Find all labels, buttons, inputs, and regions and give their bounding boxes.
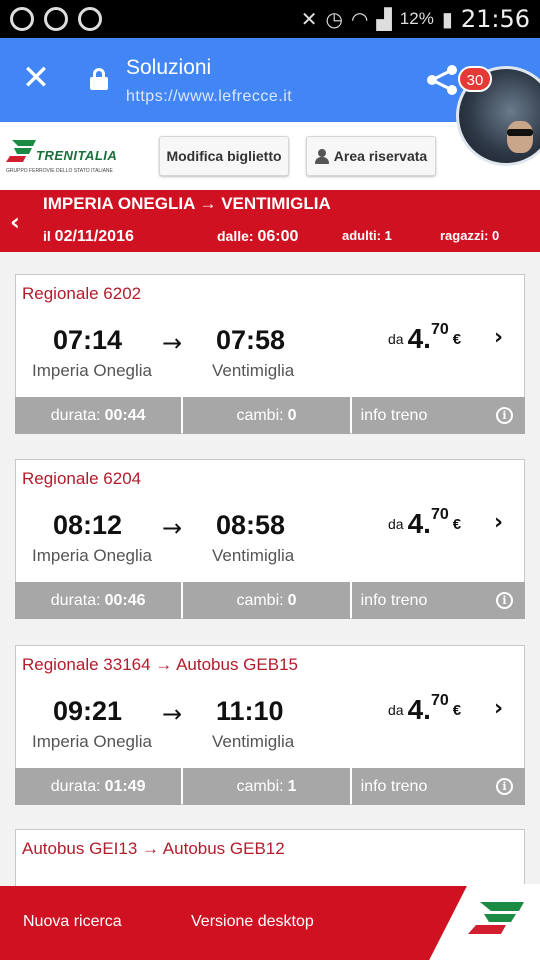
duration: durata: 00:46 (15, 582, 182, 619)
new-search-link[interactable]: Nuova ricerca (23, 913, 122, 931)
lock-icon (90, 68, 108, 90)
chat-icon (78, 7, 102, 31)
logo-subtext: GRUPPO FERROVIE DELLO STATO ITALIANE (6, 168, 113, 174)
reserved-area-button[interactable]: Area riservata (306, 136, 436, 176)
changes: cambi: 0 (183, 582, 350, 619)
trenitalia-logo[interactable]: TRENITALIA GRUPPO FERROVIE DELLO STATO I… (6, 138, 118, 178)
wifi-icon: ◠ (350, 8, 369, 31)
changes: cambi: 0 (183, 397, 350, 434)
arrow-right-icon: → (162, 700, 183, 728)
bottom-bar: Nuova ricerca Versione desktop (0, 884, 540, 960)
arrival-station: Ventimiglia (212, 361, 295, 380)
solution-card[interactable]: Regionale 6204 08:12 → 08:58 Imperia One… (15, 459, 525, 619)
trenitalia-logo-icon (6, 140, 36, 162)
desktop-version-link[interactable]: Versione desktop (191, 913, 314, 931)
chevron-right-icon[interactable]: › (494, 510, 503, 535)
train-info-button[interactable]: info treno i (351, 397, 525, 434)
travel-date: il 02/11/2016 (43, 228, 134, 245)
user-icon (314, 148, 329, 164)
screen: ✕ ◷ ◠ ▟ 12% ▮ 21:56 ✕ Soluzioni https://… (0, 0, 540, 960)
notification-badge: 30 (458, 66, 492, 92)
modify-ticket-button[interactable]: Modifica biglietto (159, 136, 289, 176)
arrival-station: Ventimiglia (212, 546, 295, 565)
whatsapp-icon (44, 7, 68, 31)
route-title: IMPERIA ONEGLIA → VENTIMIGLIA (43, 194, 331, 213)
solution-card[interactable]: Regionale 33164 → Autobus GEB15 09:21 → … (15, 645, 525, 805)
chevron-right-icon[interactable]: › (494, 325, 503, 350)
duration: durata: 01:49 (15, 768, 182, 805)
signal-icon: ▟ (376, 8, 392, 31)
status-bar: ✕ ◷ ◠ ▟ 12% ▮ 21:56 (0, 0, 540, 38)
card-footer: durata: 00:46 cambi: 0 info treno i (15, 582, 525, 619)
changes: cambi: 1 (183, 768, 350, 805)
page-url: https://www.lefrecce.it (126, 88, 293, 105)
arrival-time: 07:58 (216, 325, 286, 355)
modify-ticket-label: Modifica biglietto (166, 148, 282, 164)
departure-from-time: dalle: 06:00 (217, 228, 299, 245)
battery-percent: 12% (399, 9, 434, 28)
trenitalia-logo-icon[interactable] (468, 900, 524, 936)
alarm-icon: ◷ (325, 8, 343, 31)
arrow-right-icon: → (162, 514, 183, 542)
departure-station: Imperia Oneglia (32, 732, 153, 751)
notification-icons (10, 7, 102, 31)
solution-card[interactable]: Regionale 6202 07:14 → 07:58 Imperia One… (15, 274, 525, 434)
duration: durata: 00:44 (15, 397, 182, 434)
arrow-right-icon: → (162, 329, 183, 357)
train-name: Autobus GEI13 → Autobus GEB12 (22, 839, 285, 858)
train-info-button[interactable]: info treno i (351, 582, 525, 619)
info-icon: i (496, 778, 513, 795)
back-chevron-icon[interactable]: ‹ (10, 208, 20, 236)
arrival-station: Ventimiglia (212, 732, 295, 751)
info-icon: i (496, 407, 513, 424)
logo-text: TRENITALIA (36, 148, 118, 163)
departure-station: Imperia Oneglia (32, 546, 153, 565)
battery-icon: ▮ (441, 8, 453, 31)
arrival-time: 08:58 (216, 510, 286, 540)
clock: 21:56 (460, 5, 530, 33)
info-icon: i (496, 592, 513, 609)
price: da 4.70€ (388, 692, 462, 725)
system-icons: ✕ ◷ ◠ ▟ 12% ▮ 21:56 (301, 5, 530, 33)
messenger-icon (10, 7, 34, 31)
train-name: Regionale 6202 (22, 284, 142, 303)
train-name: Regionale 6204 (22, 469, 142, 488)
route-summary: ‹ IMPERIA ONEGLIA → VENTIMIGLIA il 02/11… (0, 190, 540, 252)
chevron-right-icon[interactable]: › (494, 696, 503, 721)
train-name: Regionale 33164 → Autobus GEB15 (22, 655, 298, 674)
departure-time: 09:21 (53, 696, 123, 726)
departure-time: 08:12 (53, 510, 123, 540)
close-icon[interactable]: ✕ (20, 60, 52, 96)
arrival-time: 11:10 (216, 696, 284, 726)
share-icon[interactable] (424, 64, 460, 96)
children-count: ragazzi: 0 (440, 228, 500, 243)
adults-count: adulti: 1 (342, 228, 392, 243)
card-footer: durata: 01:49 cambi: 1 info treno i (15, 768, 525, 805)
price: da 4.70€ (388, 321, 462, 354)
train-info-button[interactable]: info treno i (351, 768, 525, 805)
price: da 4.70€ (388, 506, 462, 539)
page-title: Soluzioni (126, 56, 212, 79)
reserved-area-label: Area riservata (333, 148, 428, 164)
departure-station: Imperia Oneglia (32, 361, 153, 380)
departure-time: 07:14 (53, 325, 123, 355)
card-footer: durata: 00:44 cambi: 0 info treno i (15, 397, 525, 434)
mute-icon: ✕ (300, 8, 318, 31)
